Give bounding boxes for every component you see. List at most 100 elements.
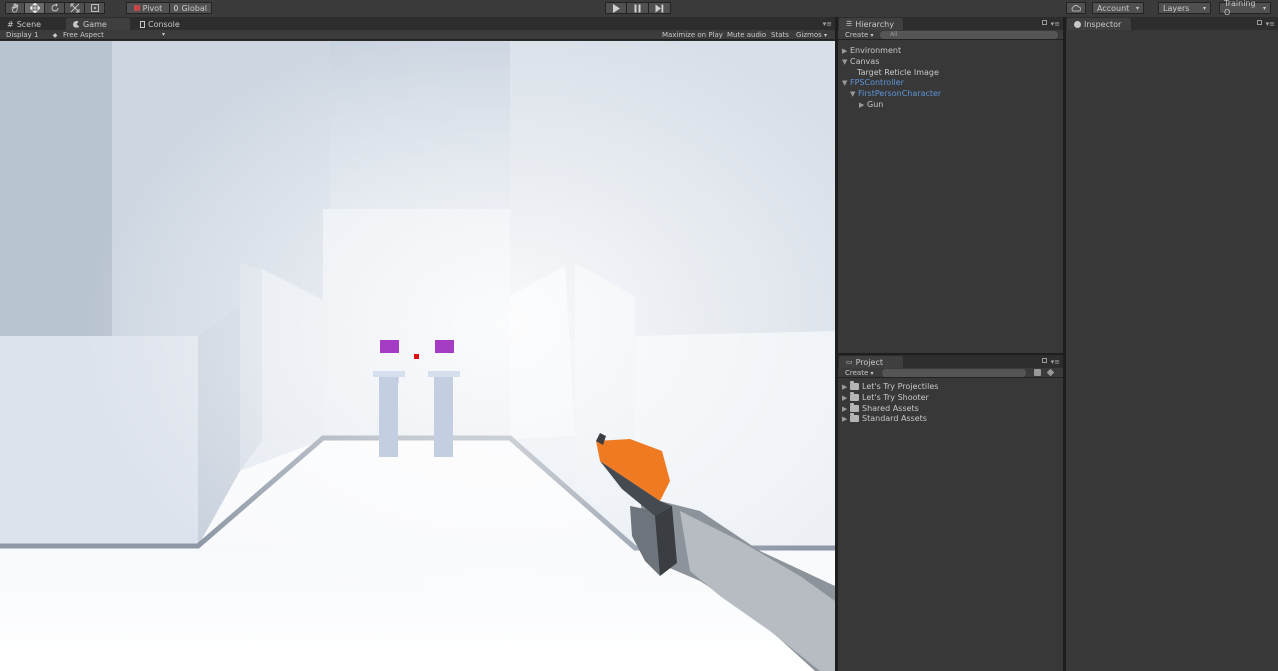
pivot-icon <box>133 5 140 11</box>
list-icon: ☰ <box>846 20 853 28</box>
lock-icon[interactable] <box>1042 358 1047 363</box>
layers-dropdown[interactable]: Layers ▾ <box>1158 2 1211 14</box>
tab-inspector[interactable]: Inspector <box>1067 18 1131 30</box>
globe-icon <box>174 5 179 11</box>
collapse-arrow-icon[interactable]: ▼ <box>850 89 858 99</box>
dropdown-arrow-icon: ▾ <box>870 370 874 377</box>
lock-icon[interactable] <box>1257 20 1262 25</box>
pacman-icon <box>73 20 80 28</box>
play-icon <box>612 3 620 13</box>
panel-menu-icon[interactable]: ▾≡ <box>1051 358 1060 366</box>
game-scene-render <box>0 41 835 671</box>
expand-arrow-icon[interactable]: ▶ <box>842 414 850 424</box>
target-left <box>380 340 399 353</box>
dropdown-arrow-icon: ▾ <box>1202 4 1206 12</box>
hierarchy-panel: ☰ Hierarchy ▾≡ Create ▾ All ▶ Environment… <box>838 17 1063 353</box>
scene-grid-icon: # <box>7 19 14 29</box>
game-view-toolbar: Display 1 ◆ Free Aspect ▾ Maximize on Pl… <box>0 30 835 40</box>
global-toggle-button[interactable]: Global <box>170 2 212 14</box>
hand-icon <box>11 3 19 13</box>
lock-icon[interactable] <box>1042 20 1047 25</box>
cloud-icon <box>1071 4 1081 11</box>
folder-icon <box>850 403 859 412</box>
display-dropdown[interactable]: Display 1 ◆ <box>6 30 57 40</box>
dropdown-arrow-icon: ▾ <box>1135 4 1139 12</box>
aspect-dropdown[interactable]: Free Aspect ▾ <box>63 30 165 40</box>
folder-tab-icon: ▭ <box>846 358 853 366</box>
tree-item-fpscontroller[interactable]: ▼ FPSController <box>842 78 904 88</box>
tab-game[interactable]: Game <box>66 18 130 30</box>
account-dropdown[interactable]: Account ▾ <box>1092 2 1144 14</box>
pivot-toggle-button[interactable]: Pivot <box>126 2 170 14</box>
project-create-dropdown[interactable]: Create ▾ <box>845 368 874 378</box>
dropdown-arrow-icon: ▾ <box>161 31 165 38</box>
inspector-panel: Inspector ▾≡ <box>1066 17 1278 671</box>
dropdown-arrow-icon: ▾ <box>1262 4 1266 12</box>
expand-arrow-icon[interactable]: ▶ <box>842 46 850 56</box>
folder-icon <box>850 381 859 390</box>
tab-scene[interactable]: # Scene <box>0 18 48 30</box>
expand-arrow-icon[interactable]: ▶ <box>842 382 850 392</box>
hierarchy-create-dropdown[interactable]: Create ▾ <box>845 30 874 40</box>
tree-item-canvas[interactable]: ▼ Canvas <box>842 57 879 67</box>
folder-icon <box>850 413 859 422</box>
pause-icon <box>634 4 641 12</box>
pivot-group: Pivot Global <box>126 2 212 14</box>
tree-item-gun[interactable]: ▶ Gun <box>859 100 883 110</box>
tab-project[interactable]: ▭ Project <box>839 356 903 368</box>
transform-tools <box>5 2 105 14</box>
panel-menu-icon[interactable]: ▾≡ <box>823 20 832 28</box>
inspector-tabs: Inspector ▾≡ <box>1066 17 1278 30</box>
project-panel: ▭ Project ▾≡ Create ▾ ▶ Let's Try Project… <box>838 355 1063 671</box>
tab-hierarchy[interactable]: ☰ Hierarchy <box>839 18 903 30</box>
scale-tool-button[interactable] <box>65 2 85 14</box>
rotate-tool-button[interactable] <box>45 2 65 14</box>
expand-arrow-icon[interactable]: ▶ <box>859 100 867 110</box>
mute-audio-toggle[interactable]: Mute audio <box>727 30 766 40</box>
panel-menu-icon[interactable]: ▾≡ <box>1266 20 1275 28</box>
right-pillar-top <box>428 371 460 377</box>
move-tool-button[interactable] <box>25 2 45 14</box>
filter-type-icon[interactable] <box>1034 369 1041 376</box>
game-panel-tabs: # Scene Game Console ▾≡ <box>0 17 835 30</box>
pause-button[interactable] <box>627 2 649 14</box>
playback-controls <box>605 2 671 14</box>
expand-arrow-icon[interactable]: ▶ <box>842 393 850 403</box>
target-right <box>435 340 454 353</box>
rect-tool-button[interactable] <box>85 2 105 14</box>
panel-menu-icon[interactable]: ▾≡ <box>1051 20 1060 28</box>
collapse-arrow-icon[interactable]: ▼ <box>842 57 850 67</box>
project-search-input[interactable] <box>882 369 1026 377</box>
play-button[interactable] <box>605 2 627 14</box>
collapse-arrow-icon[interactable]: ▼ <box>842 78 850 88</box>
folder-item-standard-assets[interactable]: ▶ Standard Assets <box>842 413 927 424</box>
cloud-button[interactable] <box>1066 2 1086 14</box>
right-pillar <box>434 377 453 457</box>
step-button[interactable] <box>649 2 671 14</box>
cloud-group <box>1066 2 1086 14</box>
target-reticle <box>414 354 419 359</box>
left-pillar <box>379 377 398 457</box>
tree-item-target-reticle-image[interactable]: Target Reticle Image <box>857 68 939 78</box>
gizmos-dropdown[interactable]: Gizmos ▾ <box>796 30 827 40</box>
game-view-viewport[interactable] <box>0 41 835 671</box>
maximize-on-play-toggle[interactable]: Maximize on Play <box>662 30 723 40</box>
folder-item-lets-try-shooter[interactable]: ▶ Let's Try Shooter <box>842 392 929 403</box>
folder-item-lets-try-projectiles[interactable]: ▶ Let's Try Projectiles <box>842 381 938 392</box>
expand-arrow-icon[interactable]: ▶ <box>842 404 850 414</box>
left-pillar-top <box>373 371 405 377</box>
rotate-icon <box>51 3 58 12</box>
tab-console[interactable]: Console <box>133 18 187 30</box>
tree-item-environment[interactable]: ▶ Environment <box>842 46 901 56</box>
dropdown-arrow-icon: ▾ <box>870 32 874 39</box>
tree-item-firstpersoncharacter[interactable]: ▼ FirstPersonCharacter <box>850 89 941 99</box>
hierarchy-toolbar: Create ▾ All <box>838 30 1063 40</box>
layout-dropdown[interactable]: Training O ▾ <box>1219 0 1271 17</box>
filter-label-icon[interactable] <box>1046 368 1055 377</box>
dropdown-arrow-icon: ◆ <box>52 32 58 39</box>
hierarchy-tabs: ☰ Hierarchy ▾≡ <box>838 17 1063 30</box>
hierarchy-search-input[interactable]: All <box>880 31 1058 39</box>
hand-tool-button[interactable] <box>5 2 25 14</box>
stats-toggle[interactable]: Stats <box>771 30 789 40</box>
layers-group: Layers ▾ <box>1158 2 1211 14</box>
